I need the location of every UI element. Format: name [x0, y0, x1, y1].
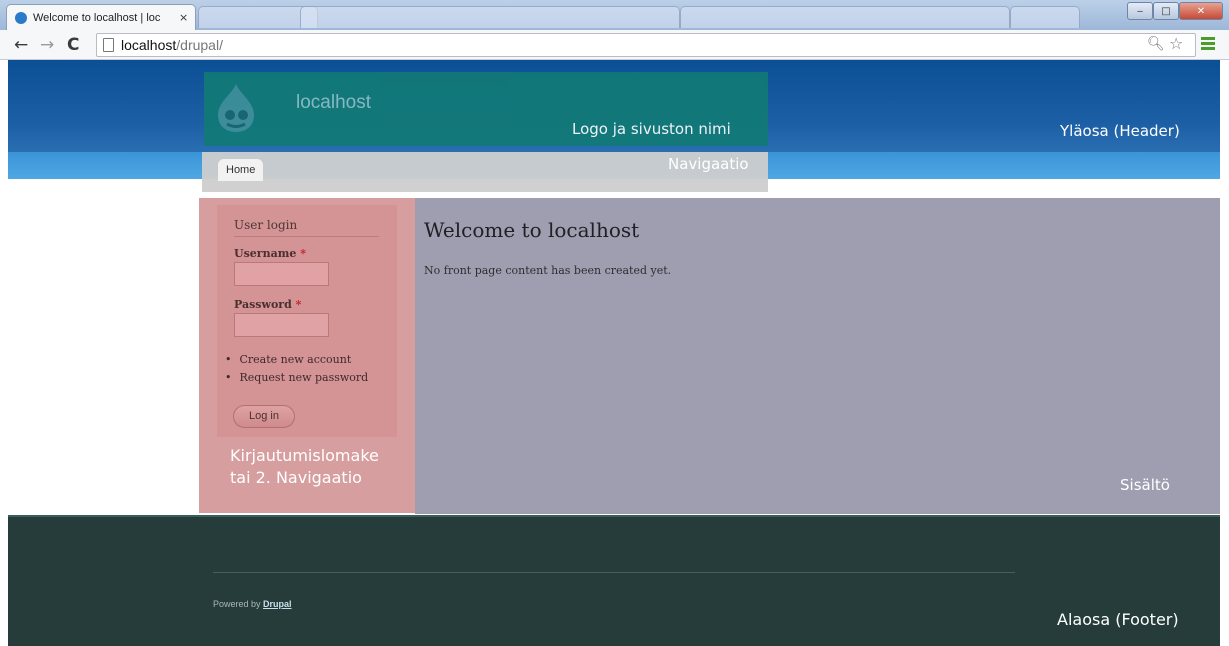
log-in-button[interactable]: Log in	[233, 405, 295, 428]
sidebar-region: User login Username * Password * Create …	[199, 198, 415, 513]
user-login-title: User login	[234, 218, 379, 237]
sidebar-annotation-label-1: Kirjautumislomake	[230, 446, 379, 465]
footer-region: Powered by Drupal Alaosa (Footer)	[8, 515, 1220, 646]
content-annotation-label: Sisältö	[1120, 476, 1170, 494]
request-password-link[interactable]: Request new password	[225, 369, 369, 387]
drupal-link[interactable]: Drupal	[263, 599, 292, 609]
footer-divider	[213, 572, 1015, 573]
address-bar[interactable]: localhost/drupal/ 🔍︎ ☆	[96, 33, 1196, 57]
page-icon	[103, 38, 114, 52]
drupal-logo-icon[interactable]	[216, 82, 256, 134]
password-label-text: Password	[234, 298, 292, 311]
drupal-favicon-icon	[15, 11, 27, 24]
browser-tab-background[interactable]	[680, 6, 1010, 28]
browser-tab[interactable]: Welcome to localhost | loc ×	[6, 4, 196, 30]
required-marker: *	[295, 298, 302, 311]
zoom-icon[interactable]: 🔍︎	[1147, 36, 1165, 52]
logo-annotation-label: Logo ja sivuston nimi	[572, 120, 731, 138]
sidebar-annotation-label-2: tai 2. Navigaatio	[230, 468, 362, 487]
close-window-icon[interactable]: ✕	[1179, 2, 1223, 20]
forward-arrow-icon[interactable]: →	[40, 35, 54, 55]
logo-region: localhost Logo ja sivuston nimi	[204, 72, 768, 146]
password-label: Password *	[234, 298, 301, 311]
password-input[interactable]	[234, 313, 329, 337]
powered-by-prefix: Powered by	[213, 599, 264, 609]
browser-tab-title: Welcome to localhost | loc	[33, 11, 161, 24]
address-bar-url: localhost/drupal/	[121, 37, 223, 53]
web-page: localhost Logo ja sivuston nimi Yläosa (…	[8, 60, 1220, 646]
user-login-block: User login Username * Password * Create …	[217, 205, 397, 437]
footer-annotation-label: Alaosa (Footer)	[1057, 610, 1179, 629]
required-marker: *	[300, 247, 306, 260]
minimize-window-icon[interactable]: ‒	[1127, 2, 1153, 20]
maximize-window-icon[interactable]: □	[1153, 2, 1179, 20]
close-tab-icon[interactable]: ×	[179, 11, 188, 24]
header-region: localhost Logo ja sivuston nimi Yläosa (…	[8, 60, 1220, 152]
browser-toolbar: ← → C localhost/drupal/ 🔍︎ ☆	[0, 30, 1229, 60]
header-annotation-label: Yläosa (Header)	[1060, 122, 1180, 140]
username-label-text: Username	[234, 247, 297, 260]
login-links-list: Create new account Request new password	[225, 351, 369, 387]
browser-tab-strip: Welcome to localhost | loc × ‒ □ ✕	[0, 0, 1229, 30]
username-label: Username *	[234, 247, 306, 260]
create-account-link[interactable]: Create new account	[225, 351, 368, 369]
browser-menu-icon[interactable]	[1201, 37, 1215, 51]
url-host: localhost	[121, 37, 177, 53]
username-input[interactable]	[234, 262, 329, 286]
nav-home-link[interactable]: Home	[218, 159, 264, 181]
site-name[interactable]: localhost	[296, 92, 371, 114]
page-title: Welcome to localhost	[424, 218, 640, 242]
back-arrow-icon[interactable]: ←	[14, 35, 28, 55]
browser-tab-background[interactable]	[300, 6, 680, 28]
navigation-region: Home Navigaatio	[202, 152, 768, 192]
bookmark-star-icon[interactable]: ☆	[1169, 34, 1183, 53]
url-path: /drupal/	[176, 37, 223, 53]
reload-icon[interactable]: C	[67, 35, 79, 55]
navigation-annotation-label: Navigaatio	[668, 155, 749, 173]
powered-by-text: Powered by Drupal	[213, 599, 292, 609]
browser-tab-background[interactable]	[1010, 6, 1080, 28]
main-area: User login Username * Password * Create …	[8, 197, 1220, 515]
content-region: Welcome to localhost No front page conte…	[415, 198, 1220, 514]
page-body-text: No front page content has been created y…	[424, 264, 672, 277]
